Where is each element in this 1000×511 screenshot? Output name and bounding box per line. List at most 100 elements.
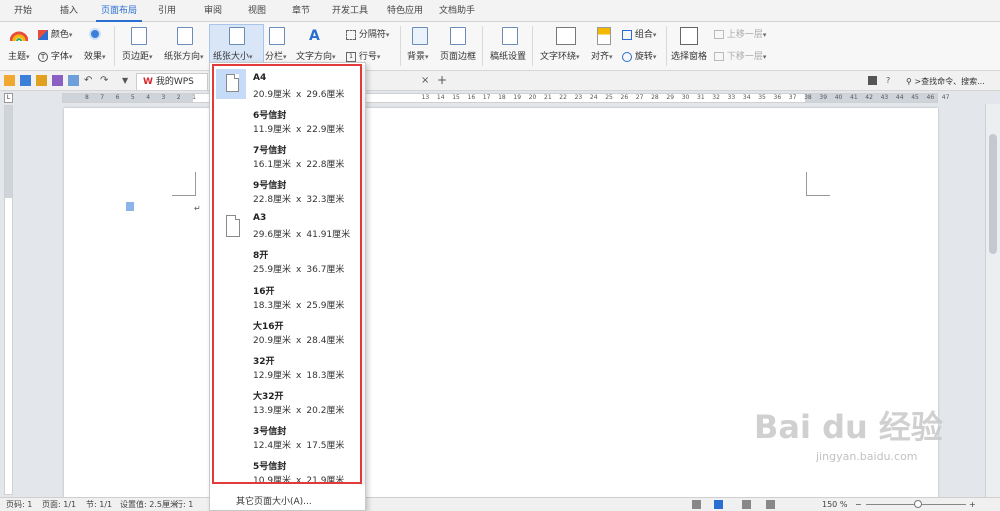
tab-special-apps[interactable]: 特色应用 [382,0,428,22]
ruler-number: 17 [482,94,491,101]
chevron-down-icon: ▾ [576,53,580,61]
open-folder-icon[interactable] [4,75,15,86]
tab-start[interactable]: 开始 [6,0,40,22]
text-wrap-icon [556,27,576,45]
vertical-scrollbar[interactable] [985,104,1000,497]
margins-label: 页边距 [122,52,150,62]
preview-icon[interactable] [68,75,79,86]
web-view-icon[interactable] [766,500,775,509]
paragraph-mark-icon: ↵ [194,204,201,213]
status-setting: 设置值: 2.5厘米 [120,500,178,509]
ruler-number: 46 [926,94,935,101]
color-button[interactable]: 颜色▾ [38,27,72,40]
page-border-icon [450,27,466,45]
ruler-number: 28 [651,94,659,101]
ruler-margin-top [5,106,12,198]
tab-insert[interactable]: 插入 [52,0,86,22]
ruler-number: 20 [528,94,537,101]
ruler-number: 24 [589,94,598,101]
chevron-down-icon[interactable]: ▼ [122,75,133,86]
background-button[interactable]: 背景▾ [407,49,429,62]
ruler-number: 6 [115,94,120,101]
ruler-number: 21 [544,94,552,101]
text-wrap-button[interactable]: 文字环绕▾ [540,49,580,62]
tab-review[interactable]: 审阅 [196,0,230,22]
zoom-slider-thumb[interactable] [914,500,922,508]
close-icon[interactable]: × [421,75,432,86]
zoom-in-icon[interactable]: + [969,498,976,511]
ruler-number: 15 [452,94,460,101]
ruler-number: 1 [192,94,196,101]
margins-button[interactable]: 页边距▾ [122,49,153,62]
effect-button[interactable]: 效果▾ [84,49,106,62]
save-icon[interactable] [20,75,31,86]
feedback-icon[interactable] [868,76,877,85]
align-icon [597,27,611,45]
chevron-down-icon: ▾ [26,53,30,61]
chevron-down-icon: ▾ [609,53,613,61]
manuscript-button[interactable]: 稿纸设置 [490,49,526,62]
bring-forward-icon [714,30,724,39]
bring-forward-button[interactable]: 上移一层▾ [714,27,766,40]
orientation-button[interactable]: 纸张方向▾ [164,49,204,62]
more-paper-sizes-item[interactable]: 其它页面大小(A)... [236,494,312,507]
tab-my-wps[interactable]: W 我的WPS [136,73,208,90]
print-icon[interactable] [52,75,63,86]
ruler-number: 18 [498,94,506,101]
text-direction-label: 文字方向 [296,52,333,62]
add-tab-icon[interactable]: + [437,74,448,86]
rotate-label: 旋转 [634,52,653,62]
chevron-down-icon: ▾ [425,53,429,61]
scrollbar-thumb[interactable] [989,134,997,254]
align-button[interactable]: 对齐▾ [591,49,613,62]
margin-corner-top-left [172,172,196,196]
rotate-button[interactable]: 旋转▾ [622,49,656,62]
tab-view[interactable]: 视图 [240,0,274,22]
tab-doc-assistant[interactable]: 文档助手 [434,0,480,22]
view-mode-icon[interactable] [692,500,701,509]
ruler-number: 2 [176,94,181,101]
export-pdf-icon[interactable] [36,75,47,86]
status-page: 页面: 1/1 [42,500,77,509]
page-border-button[interactable]: 页面边框 [440,49,476,62]
font-button[interactable]: T 字体▾ [38,49,72,62]
ruler-number: 13 [421,94,430,101]
text-direction-button[interactable]: 文字方向▾ [296,49,336,62]
command-search[interactable]: ⚲ >查找命令、搜索... [900,73,991,90]
columns-button[interactable]: 分栏▾ [265,49,287,62]
tab-references[interactable]: 引用 [150,0,184,22]
help-icon[interactable]: ? [886,75,897,86]
tab-sections[interactable]: 章节 [284,0,318,22]
selection-pane-icon [680,27,698,45]
tab-developer[interactable]: 开发工具 [328,0,372,22]
chevron-down-icon: ▾ [376,53,381,61]
background-icon [412,27,428,45]
zoom-out-icon[interactable]: − [855,498,862,511]
tab-page-layout[interactable]: 页面布局 [96,0,142,22]
group-label: 组合 [634,30,653,40]
group-button[interactable]: 组合▾ [622,27,656,40]
ribbon: 主题▾ 颜色▾ T 字体▾ 效果▾ 页边距▾ 纸张方向▾ 纸张大小▾ 分栏▾ A… [0,22,1000,71]
status-row: 行: 1 [175,500,194,509]
ruler-number: 37 [788,94,797,101]
font-icon: T [38,51,48,62]
send-backward-button[interactable]: 下移一层▾ [714,49,766,62]
outline-view-icon[interactable] [742,500,751,509]
chevron-down-icon: ▾ [652,53,657,61]
undo-icon[interactable]: ↶ [84,75,95,86]
theme-button[interactable]: 主题▾ [8,49,30,62]
redo-icon[interactable]: ↷ [100,75,111,86]
ruler-number: 30 [681,94,690,101]
ruler-number: 47 [941,94,950,101]
page-view-icon[interactable] [714,500,723,509]
paste-options-icon[interactable] [126,202,134,211]
highlight-frame [212,64,362,484]
watermark: Bai du 经验 jingyan.baidu.com [754,402,954,492]
send-backward-label: 下移一层 [726,52,763,62]
tab-stop-selector[interactable]: L [4,93,13,103]
selection-pane-button[interactable]: 选择窗格 [671,49,707,62]
line-numbers-button[interactable]: 1 行号▾ [346,49,380,62]
chevron-down-icon: ▾ [762,31,767,39]
breaks-button[interactable]: 分隔符▾ [346,27,389,40]
ruler-number: 41 [850,94,858,101]
